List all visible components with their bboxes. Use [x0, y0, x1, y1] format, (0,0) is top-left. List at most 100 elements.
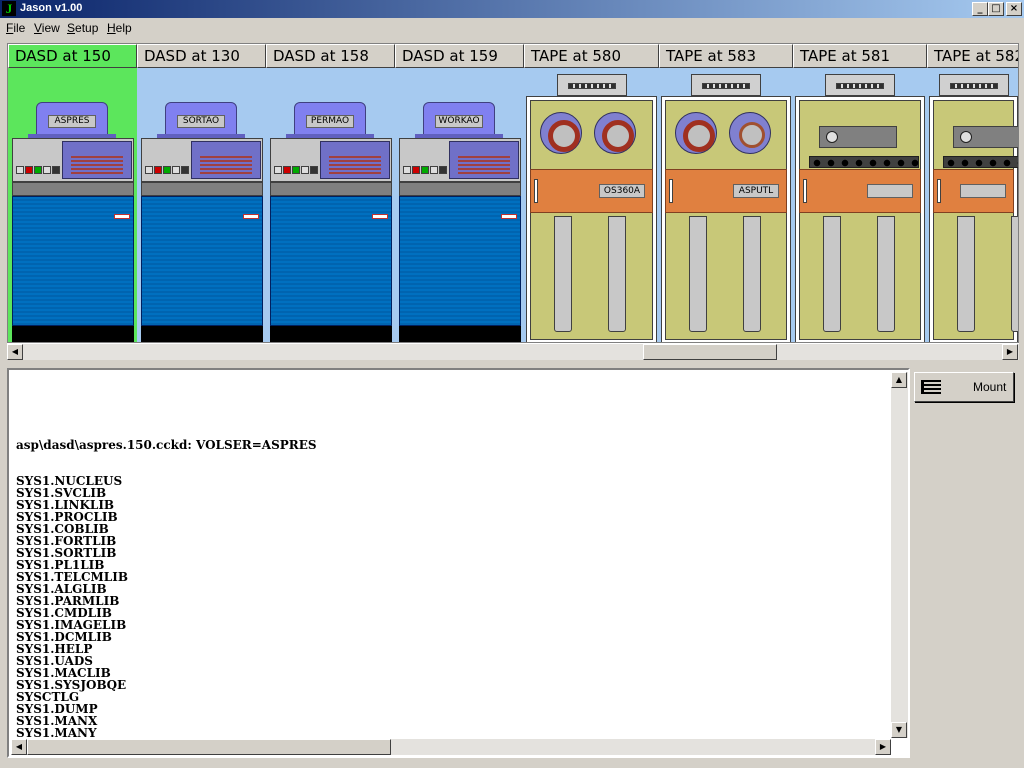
- console-line: SYSCTLG: [16, 690, 80, 704]
- tape-slot: [803, 179, 807, 203]
- disk-pack: WORKAO: [423, 102, 495, 138]
- drive-strip: [12, 182, 134, 196]
- mount-button[interactable]: Mount: [914, 372, 1014, 402]
- menu-view[interactable]: View: [34, 21, 60, 35]
- console-vscrollbar[interactable]: ▲ ▼: [891, 372, 908, 738]
- console-line: SYS1.TELCMLIB: [16, 570, 128, 584]
- scroll-down-button[interactable]: ▼: [891, 722, 907, 738]
- vacuum-column: [743, 216, 761, 332]
- status-lights: [16, 166, 60, 174]
- vacuum-column: [689, 216, 707, 332]
- console-line: SYS1.SORTLIB: [16, 546, 117, 560]
- device-hscrollbar[interactable]: ◀ ▶: [7, 343, 1019, 360]
- spindle-icon: [960, 131, 972, 143]
- console-header: asp\dasd\aspres.150.cckd: VOLSER=ASPRES: [16, 438, 317, 452]
- app-icon: J: [2, 1, 16, 16]
- scroll-right-button[interactable]: ▶: [1002, 344, 1018, 360]
- console-line: SYS1.SYSJOBQE: [16, 678, 127, 692]
- device-tab[interactable]: TAPE at 581: [793, 44, 927, 68]
- device-tab[interactable]: DASD at 130: [137, 44, 266, 68]
- status-lights: [145, 166, 189, 174]
- device-panel: DASD at 150 ASPRES DASD at 130 SORTAO DASD a…: [7, 43, 1019, 343]
- scroll-left-button[interactable]: ◀: [7, 344, 23, 360]
- cartridge-lights: [809, 156, 919, 168]
- disk-pack: SORTAO: [165, 102, 237, 138]
- device-dasd[interactable]: DASD at 150 ASPRES: [8, 44, 137, 342]
- drive-window: [62, 141, 132, 179]
- device-tape-reel[interactable]: TAPE at 583 ASPUTL: [659, 44, 793, 342]
- device-scroll-thumb[interactable]: [643, 344, 777, 360]
- tape-slot: [534, 179, 538, 203]
- tape-reel-icon: [675, 112, 717, 154]
- tape-top-unit: [691, 74, 761, 96]
- cartridge-slot: [953, 126, 1018, 148]
- drive-window: [449, 141, 519, 179]
- status-lights: [274, 166, 318, 174]
- volser-label: WORKAO: [435, 115, 483, 128]
- volser-label: PERMAO: [306, 115, 354, 128]
- drive-vents: [71, 156, 123, 176]
- device-tab[interactable]: DASD at 158: [266, 44, 395, 68]
- tape-slot: [937, 179, 941, 203]
- volser-label: ASPRES: [48, 115, 96, 128]
- device-tab[interactable]: TAPE at 582: [927, 44, 1018, 68]
- device-dasd[interactable]: DASD at 130 SORTAO: [137, 44, 266, 342]
- tape-top-unit: [939, 74, 1009, 96]
- console-line: SYS1.IMAGELIB: [16, 618, 127, 632]
- menu-setup[interactable]: Setup: [67, 21, 98, 35]
- cabinet-base: [141, 326, 263, 342]
- console-line: SYS1.FORTLIB: [16, 534, 117, 548]
- minimize-button[interactable]: _: [972, 2, 988, 16]
- device-tape-cart[interactable]: TAPE at 582: [927, 44, 1018, 342]
- vacuum-column: [823, 216, 841, 332]
- console-line: SYS1.DCMLIB: [16, 630, 112, 644]
- cabinet-base: [399, 326, 521, 342]
- console-scroll-left-button[interactable]: ◀: [11, 739, 27, 755]
- volser-label: ASPUTL: [733, 184, 779, 198]
- tape-slot: [669, 179, 673, 203]
- device-tab[interactable]: DASD at 159: [395, 44, 524, 68]
- device-dasd[interactable]: DASD at 158 PERMAO: [266, 44, 395, 342]
- console-line: SYS1.CMDLIB: [16, 606, 112, 620]
- device-dasd[interactable]: DASD at 159 WORKAO: [395, 44, 524, 342]
- vacuum-column: [1011, 216, 1018, 332]
- window-title: Jason v1.00: [20, 2, 83, 14]
- console-line: SYS1.SVCLIB: [16, 486, 107, 500]
- spindle-icon: [826, 131, 838, 143]
- console-line: SYS1.MANY: [16, 726, 97, 737]
- console-line: SYS1.LINKLIB: [16, 498, 115, 512]
- volser-label: [960, 184, 1006, 198]
- cabinet-handle: [372, 214, 388, 219]
- maximize-button[interactable]: □: [988, 2, 1004, 16]
- console-line: SYS1.HELP: [16, 642, 93, 656]
- console-scroll-right-button[interactable]: ▶: [875, 739, 891, 755]
- tape-top-unit: [825, 74, 895, 96]
- drive-strip: [270, 182, 392, 196]
- cabinet-base: [270, 326, 392, 342]
- cartridge-slot: [819, 126, 897, 148]
- tape-reel-icon: [540, 112, 582, 154]
- drive-strip: [141, 182, 263, 196]
- drive-window: [191, 141, 261, 179]
- volser-label: OS360A: [599, 184, 645, 198]
- device-tab[interactable]: DASD at 150: [8, 44, 137, 68]
- console-scroll-thumb[interactable]: [27, 739, 391, 755]
- device-tab[interactable]: TAPE at 583: [659, 44, 793, 68]
- menu-help[interactable]: Help: [107, 21, 132, 35]
- tape-reel-icon: [594, 112, 636, 154]
- volser-label: SORTAO: [177, 115, 225, 128]
- device-tape-cart[interactable]: TAPE at 581: [793, 44, 927, 342]
- menu-file[interactable]: File: [6, 21, 25, 35]
- close-button[interactable]: ×: [1006, 2, 1022, 16]
- drive-vents: [200, 156, 252, 176]
- console-output[interactable]: asp\dasd\aspres.150.cckd: VOLSER=ASPRES …: [7, 368, 910, 758]
- console-line: SYS1.UADS: [16, 654, 93, 668]
- device-tab[interactable]: TAPE at 580: [524, 44, 659, 68]
- device-tape-reel[interactable]: TAPE at 580 OS360A: [524, 44, 659, 342]
- console-text: asp\dasd\aspres.150.cckd: VOLSER=ASPRES …: [16, 415, 886, 737]
- scroll-up-button[interactable]: ▲: [891, 372, 907, 388]
- console-hscrollbar[interactable]: ◀ ▶: [11, 738, 891, 755]
- console-line: SYS1.NUCLEUS: [16, 474, 123, 488]
- console-line: SYS1.DUMP: [16, 702, 98, 716]
- vacuum-column: [554, 216, 572, 332]
